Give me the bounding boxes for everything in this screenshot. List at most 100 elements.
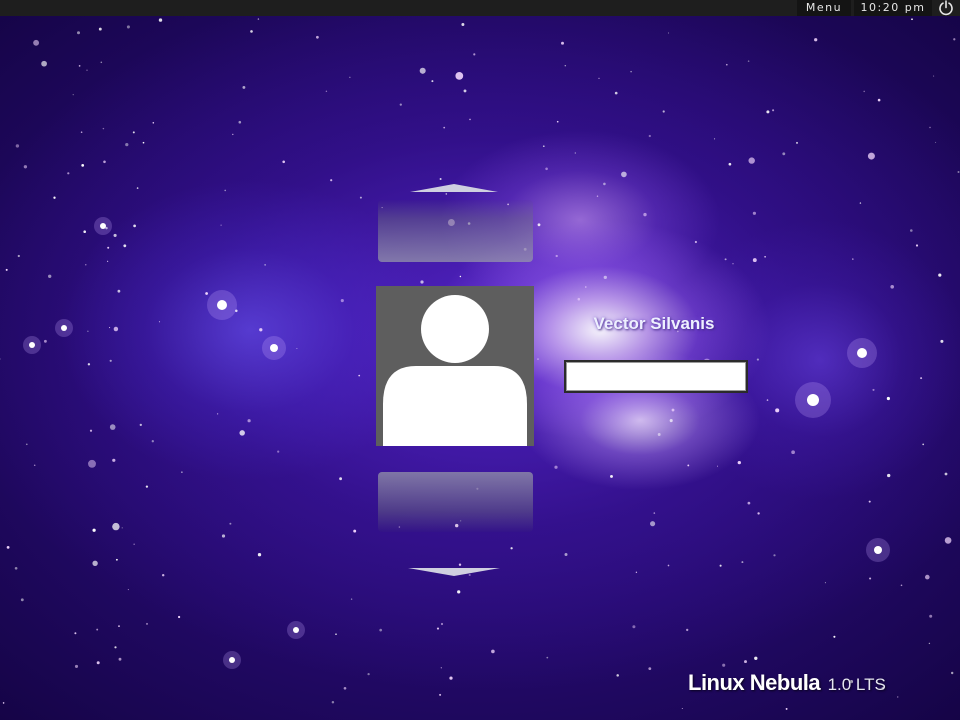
star xyxy=(929,126,931,129)
star xyxy=(103,160,106,164)
star xyxy=(461,23,465,26)
star xyxy=(859,202,862,204)
star xyxy=(238,120,242,124)
star xyxy=(598,77,600,80)
star xyxy=(737,460,741,465)
star xyxy=(459,275,462,278)
star xyxy=(25,443,28,446)
star xyxy=(221,534,226,538)
star xyxy=(293,627,299,633)
star xyxy=(132,131,135,134)
star xyxy=(118,657,122,661)
star xyxy=(869,577,872,580)
star xyxy=(419,67,426,74)
star xyxy=(473,53,476,56)
star xyxy=(340,299,344,303)
star xyxy=(747,60,750,62)
star xyxy=(561,41,564,45)
star xyxy=(78,65,81,67)
star xyxy=(928,642,931,645)
star xyxy=(653,512,656,514)
star xyxy=(92,560,98,566)
star xyxy=(542,145,545,148)
star xyxy=(785,707,788,710)
star xyxy=(635,571,638,573)
star xyxy=(123,244,127,248)
clock: 10:20 pm xyxy=(854,0,932,16)
user-silhouette-icon xyxy=(383,295,527,446)
star xyxy=(43,339,47,343)
star xyxy=(953,38,956,41)
scroll-up-button[interactable] xyxy=(410,178,498,192)
star xyxy=(766,399,769,401)
star xyxy=(925,574,930,580)
star xyxy=(747,501,751,505)
star xyxy=(72,94,74,96)
star xyxy=(933,75,935,77)
star xyxy=(112,522,120,531)
star xyxy=(929,614,933,618)
star xyxy=(53,196,56,199)
star xyxy=(603,182,606,186)
star xyxy=(657,433,661,436)
star xyxy=(81,164,85,167)
power-button[interactable] xyxy=(935,0,957,16)
star xyxy=(648,134,651,138)
star xyxy=(96,661,100,665)
star xyxy=(331,700,335,704)
star xyxy=(814,38,818,42)
menu-button[interactable]: Menu xyxy=(797,0,851,16)
star xyxy=(335,633,337,636)
star xyxy=(48,274,52,278)
star xyxy=(725,63,728,66)
previous-user-slot[interactable] xyxy=(378,200,533,262)
star xyxy=(732,263,734,265)
star xyxy=(782,152,786,156)
power-icon xyxy=(939,0,953,16)
star xyxy=(96,628,99,631)
password-input[interactable] xyxy=(564,360,748,393)
star xyxy=(950,671,954,675)
star xyxy=(330,179,333,182)
star xyxy=(824,582,826,584)
star xyxy=(667,32,670,34)
star xyxy=(85,264,87,266)
distro-branding: Linux Nebula 1.0 LTS xyxy=(688,670,928,702)
star xyxy=(325,90,328,93)
star xyxy=(126,25,130,29)
star xyxy=(117,289,121,293)
star xyxy=(17,254,20,258)
star xyxy=(757,512,760,515)
star xyxy=(420,280,424,284)
star xyxy=(920,377,923,380)
user-avatar[interactable] xyxy=(376,286,534,446)
star xyxy=(151,440,154,443)
star xyxy=(158,18,163,22)
star xyxy=(205,292,208,295)
star xyxy=(0,358,1,360)
star xyxy=(112,458,116,462)
star xyxy=(449,676,453,680)
scroll-down-button[interactable] xyxy=(408,562,500,576)
star xyxy=(681,707,683,710)
star xyxy=(121,527,123,529)
next-user-slot[interactable] xyxy=(378,472,533,532)
star xyxy=(109,359,112,362)
star xyxy=(33,464,36,467)
star xyxy=(257,553,262,557)
star xyxy=(868,500,871,503)
star xyxy=(6,546,10,549)
star xyxy=(807,394,819,406)
star xyxy=(23,165,28,169)
star xyxy=(349,76,351,78)
star xyxy=(440,667,442,669)
star xyxy=(350,598,353,600)
star xyxy=(133,224,136,228)
star xyxy=(764,255,766,258)
star xyxy=(752,258,757,263)
star xyxy=(650,521,656,527)
star xyxy=(107,260,109,262)
star xyxy=(125,142,129,147)
star xyxy=(687,464,690,467)
star xyxy=(863,90,865,93)
